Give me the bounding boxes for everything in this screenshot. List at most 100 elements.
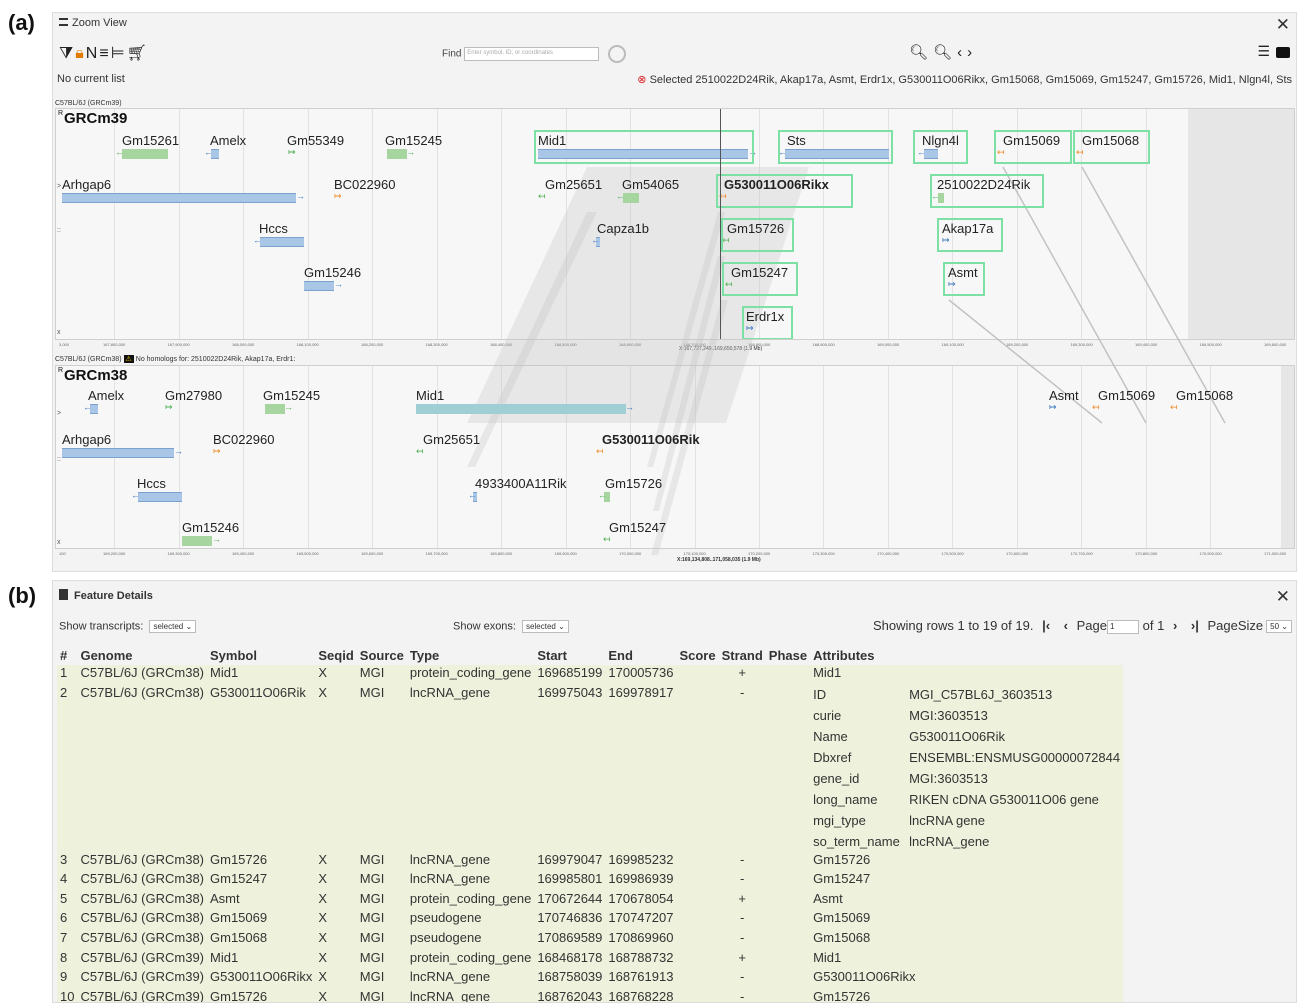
find-input[interactable]: Enter symbol, ID, or coordinates	[464, 47, 600, 61]
column-header[interactable]: Genome	[77, 645, 207, 665]
gene-amelx-38[interactable]: Amelx	[88, 388, 124, 403]
column-header[interactable]: Source	[357, 645, 407, 665]
column-header[interactable]: Symbol	[207, 645, 315, 665]
gene-bar-gm15246[interactable]	[304, 281, 334, 291]
assembly-label-grcm39: R GRCm39	[58, 110, 128, 127]
gene-hccs[interactable]: Hccs	[259, 221, 288, 236]
pan-left-icon[interactable]: ‹	[957, 44, 967, 61]
filter-icon[interactable]: ⧩	[59, 45, 75, 62]
gene-arhgap6-38[interactable]: Arhgap6	[62, 432, 111, 447]
gene-gm15726-38[interactable]: Gm15726	[605, 476, 662, 491]
gene-gm15247-38[interactable]: Gm15247	[609, 520, 666, 535]
gene-gm25651-38[interactable]: Gm25651	[423, 432, 480, 447]
gene-gm27980[interactable]: Gm27980	[165, 388, 222, 403]
gene-arhgap6[interactable]: Arhgap6	[62, 177, 111, 192]
first-page-icon[interactable]: |‹	[1042, 618, 1050, 633]
gene-gm15261[interactable]: Gm15261	[122, 133, 179, 148]
gene-4933400a11rik[interactable]: 4933400A11Rik	[475, 476, 567, 491]
gene-amelx[interactable]: Amelx	[210, 133, 246, 148]
expand-handle[interactable]: >	[57, 410, 61, 417]
gene-bar-gm15245[interactable]	[387, 149, 407, 159]
ruler-tick-label: 169,300,000	[1070, 342, 1093, 347]
list-icon[interactable]: ≡	[99, 45, 110, 62]
show-exons-select[interactable]: selected ⌄	[522, 620, 569, 633]
cell-seqid: X	[315, 988, 357, 1002]
column-header[interactable]: #	[57, 645, 77, 665]
gene-gm55349[interactable]: Gm55349	[287, 133, 344, 148]
gene-asmt-38[interactable]: Asmt	[1049, 388, 1079, 403]
column-header[interactable]: Strand	[719, 645, 766, 665]
zoom-out-icon[interactable]: 🔍︎	[933, 44, 957, 61]
prev-page-icon[interactable]: ‹	[1064, 618, 1068, 633]
table-row[interactable]: 2 C57BL/6J (GRCm38) G530011O06Rik X MGI lncRN…	[57, 684, 1124, 852]
gene-bar-hccs-38[interactable]	[138, 492, 182, 502]
remove-track-icon[interactable]: x	[57, 539, 61, 546]
pan-right-icon[interactable]: ›	[967, 44, 977, 61]
table-row[interactable]: 4 C57BL/6J (GRCm38) Gm15247 X MGI lncRNA_gene…	[57, 871, 1124, 891]
table-row[interactable]: 9 C57BL/6J (GRCm39) G530011O06Rikx X MGI lncR…	[57, 969, 1124, 989]
table-row[interactable]: 6 C57BL/6J (GRCm38) Gm15069 X MGI pseudogene 1…	[57, 910, 1124, 930]
last-page-icon[interactable]: ›|	[1191, 618, 1199, 633]
gene-gm25651[interactable]: Gm25651	[545, 177, 602, 192]
table-row[interactable]: 1 C57BL/6J (GRCm38) Mid1 X MGI protein_coding…	[57, 665, 1124, 685]
table-row[interactable]: 5 C57BL/6J (GRCm38) Asmt X MGI protein_coding…	[57, 890, 1124, 911]
gene-gm15069-38[interactable]: Gm15069	[1098, 388, 1155, 403]
remove-track-icon[interactable]: x	[57, 329, 61, 336]
gene-gm15245[interactable]: Gm15245	[385, 133, 442, 148]
show-transcripts-select[interactable]: selected ⌄	[149, 620, 197, 633]
selection-box-asmt	[943, 262, 985, 296]
lock-icon[interactable]: 🔒︎	[75, 45, 86, 62]
gene-gm15246-38[interactable]: Gm15246	[182, 520, 239, 535]
gene-bar-arhgap6[interactable]	[62, 193, 296, 203]
gene-bar-arhgap6-38[interactable]	[62, 448, 174, 458]
clear-selection-icon[interactable]: ⊗	[637, 74, 646, 86]
column-header[interactable]: Seqid	[315, 645, 356, 665]
find-control: Find Enter symbol, ID, or coordinates	[442, 45, 627, 63]
cell-genome: C57BL/6J (GRCm38)	[77, 665, 208, 685]
column-header[interactable]: Type	[407, 645, 534, 665]
cell-source: MGI	[356, 929, 407, 950]
page-size-select[interactable]: 50 ⌄	[1266, 620, 1292, 634]
table-row[interactable]: 10 C57BL/6J (GRCm39) Gm15726 X MGI lncRNA_gen…	[57, 988, 1124, 1002]
gene-gm15246[interactable]: Gm15246	[304, 265, 361, 280]
gene-bc022960[interactable]: BC022960	[334, 177, 395, 192]
expand-handle[interactable]: >	[57, 183, 61, 190]
gene-gm54065[interactable]: Gm54065	[622, 177, 679, 192]
drag-handle[interactable]: ::	[57, 456, 61, 463]
drag-handle[interactable]: ::	[57, 227, 61, 234]
table-row[interactable]: 8 C57BL/6J (GRCm39) Mid1 X MGI protein_coding…	[57, 949, 1124, 970]
gene-bar-mid1-38[interactable]	[416, 404, 626, 414]
column-header[interactable]: Score	[676, 645, 718, 665]
strand-arrow: →	[406, 147, 415, 157]
gene-bar-hccs[interactable]	[260, 237, 304, 247]
gene-bar-gm15246-38[interactable]	[182, 536, 212, 546]
table-row[interactable]: 7 C57BL/6J (GRCm38) Gm15068 X MGI pseudogene 1…	[57, 929, 1124, 950]
page-input[interactable]: 1	[1107, 619, 1139, 634]
column-header[interactable]: Attributes	[810, 645, 1123, 665]
table-row[interactable]: 3 C57BL/6J (GRCm38) Gm15726 X MGI lncRNA_gene…	[57, 851, 1124, 872]
align-icon[interactable]: ⊨	[111, 45, 127, 62]
close-zoom-view-icon[interactable]: ✕	[1276, 15, 1290, 35]
column-header[interactable]: End	[605, 645, 676, 665]
find-clear-icon[interactable]	[608, 45, 627, 63]
sort-icon[interactable]: ☰	[1257, 43, 1270, 59]
gene-capza1b[interactable]: Capza1b	[597, 221, 649, 236]
next-page-icon[interactable]: ›	[1173, 618, 1177, 633]
gene-bar-gm15261[interactable]	[122, 149, 168, 159]
gene-bc022960-38[interactable]: BC022960	[213, 432, 274, 447]
gene-gm15068-38[interactable]: Gm15068	[1176, 388, 1233, 403]
gene-mid1-38[interactable]: Mid1	[416, 388, 444, 403]
gene-hccs-38[interactable]: Hccs	[137, 476, 166, 491]
column-header[interactable]: Phase	[766, 645, 810, 665]
cart-icon[interactable]: 🛒︎	[127, 45, 149, 62]
menu-icon[interactable]	[59, 18, 68, 26]
gene-gm15245-38[interactable]: Gm15245	[263, 388, 320, 403]
zoom-in-icon[interactable]: 🔍︎	[909, 44, 933, 61]
gene-bar-gm54065[interactable]	[623, 193, 639, 203]
camera-icon[interactable]	[1276, 46, 1290, 58]
close-details-icon[interactable]: ✕	[1276, 587, 1290, 607]
gene-g530011o06rik[interactable]: G530011O06Rik	[602, 432, 700, 447]
column-header[interactable]: Start	[534, 645, 605, 665]
gene-bar-gm15245-38[interactable]	[265, 404, 285, 414]
label-toggle-button[interactable]: N	[86, 45, 100, 62]
